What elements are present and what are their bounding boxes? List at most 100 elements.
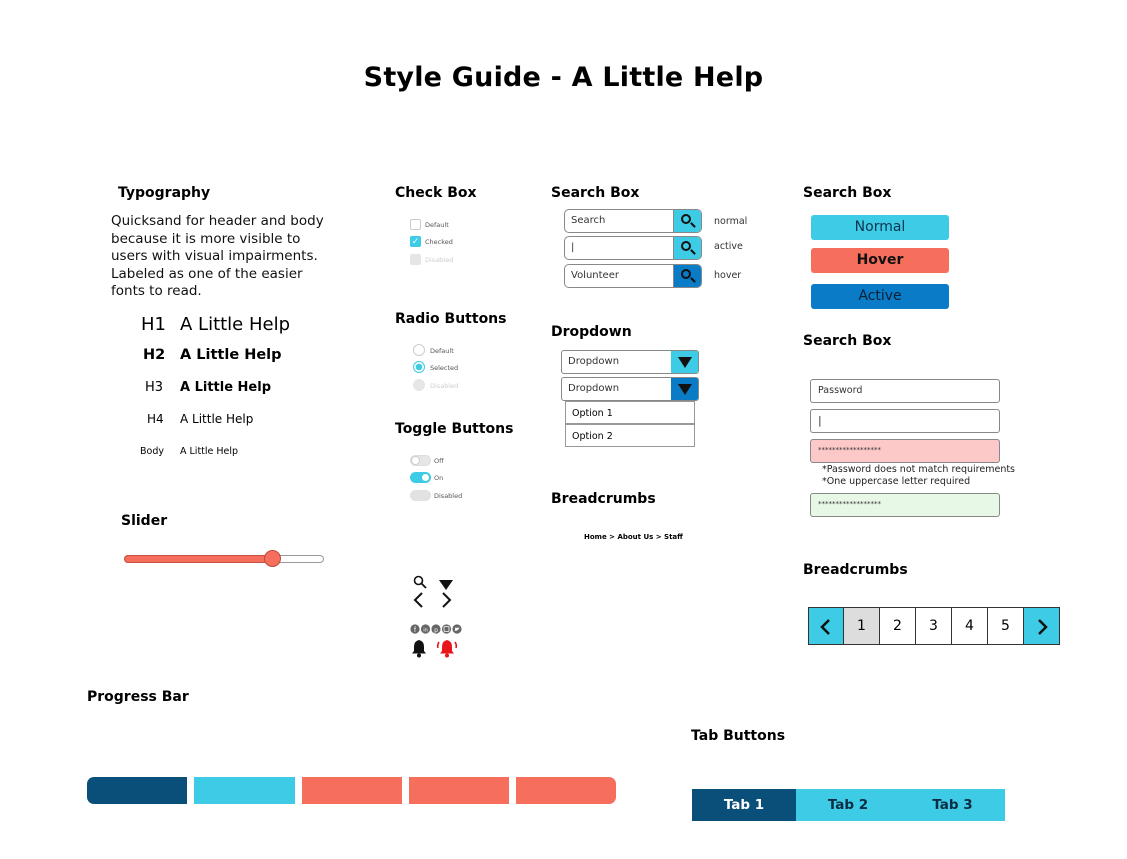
body-sample: A Little Help bbox=[180, 446, 239, 457]
password-field-valid[interactable]: ****************** bbox=[810, 493, 1000, 517]
search-button[interactable] bbox=[673, 265, 701, 287]
body-label: Body bbox=[140, 446, 164, 457]
svg-text:in: in bbox=[423, 628, 427, 634]
dropdown-open-label: Dropdown bbox=[568, 383, 620, 394]
dropdown-open[interactable]: Dropdown bbox=[561, 377, 699, 401]
progress-segment-current bbox=[194, 777, 295, 804]
h2-sample: A Little Help bbox=[180, 347, 282, 363]
checkbox-checked-label: Checked bbox=[425, 238, 453, 246]
search-box-hover-value: Volunteer bbox=[571, 270, 619, 281]
caret-down-icon bbox=[678, 384, 692, 395]
h3-label: H3 bbox=[145, 380, 164, 395]
active-button[interactable]: Active bbox=[811, 284, 949, 309]
typography-heading: Typography bbox=[118, 185, 211, 201]
pagination-page[interactable]: 1 bbox=[844, 607, 880, 645]
progress-segment-pending bbox=[516, 777, 616, 804]
tab-2[interactable]: Tab 2 bbox=[796, 789, 900, 821]
checkbox-disabled bbox=[410, 254, 421, 265]
social-icons-row: f in p bbox=[410, 619, 462, 634]
search-box-hover[interactable]: Volunteer bbox=[564, 264, 702, 288]
dropdown-option[interactable]: Option 1 bbox=[565, 401, 695, 424]
hover-button[interactable]: Hover bbox=[811, 248, 949, 273]
tab-3[interactable]: Tab 3 bbox=[900, 789, 1005, 821]
search-box-hover-label: hover bbox=[714, 270, 742, 281]
h3-sample: A Little Help bbox=[180, 380, 272, 395]
progress-segment-complete bbox=[87, 777, 187, 804]
search-box-heading: Search Box bbox=[551, 185, 640, 201]
normal-button[interactable]: Normal bbox=[811, 215, 949, 240]
search-icon[interactable] bbox=[413, 574, 427, 589]
pagination-page[interactable]: 2 bbox=[880, 607, 916, 645]
password-field-error[interactable]: ****************** bbox=[810, 439, 1000, 463]
pagination-page[interactable]: 3 bbox=[916, 607, 952, 645]
search-icon bbox=[681, 214, 691, 224]
pagination-prev-button[interactable] bbox=[808, 607, 844, 645]
search-box-active-label: active bbox=[714, 241, 743, 252]
toggle-disabled bbox=[410, 490, 431, 501]
pagination-next-button[interactable] bbox=[1024, 607, 1060, 645]
radio-disabled-label: Disabled bbox=[430, 382, 459, 390]
search-button[interactable] bbox=[673, 237, 701, 259]
radio-selected[interactable] bbox=[413, 361, 425, 373]
tab-1[interactable]: Tab 1 bbox=[692, 789, 796, 821]
breadcrumbs-heading: Breadcrumbs bbox=[551, 491, 656, 507]
pagination-page[interactable]: 5 bbox=[988, 607, 1024, 645]
dropdown-closed-label: Dropdown bbox=[568, 356, 620, 367]
search-box-normal[interactable]: Search bbox=[564, 209, 702, 233]
search-box-normal-value: Search bbox=[571, 215, 606, 226]
search-box-active-value: | bbox=[571, 242, 575, 253]
dropdown-option[interactable]: Option 2 bbox=[565, 424, 695, 447]
slider-thumb[interactable] bbox=[263, 550, 281, 567]
password-heading: Search Box bbox=[803, 333, 892, 349]
chevron-left-icon[interactable] bbox=[413, 592, 425, 608]
page-title: Style Guide - A Little Help bbox=[363, 62, 764, 93]
password-active-value: | bbox=[818, 414, 822, 427]
password-error-value: ****************** bbox=[818, 446, 881, 454]
password-valid-value: ****************** bbox=[818, 500, 881, 508]
caret-down-icon[interactable] bbox=[439, 576, 453, 590]
checkbox-checked[interactable]: ✓ bbox=[410, 236, 421, 247]
buttons-heading: Search Box bbox=[803, 185, 892, 201]
facebook-icon: f bbox=[410, 624, 420, 634]
bell-icon[interactable] bbox=[410, 639, 428, 658]
radio-default[interactable] bbox=[413, 344, 425, 356]
breadcrumb[interactable]: Home > About Us > Staff bbox=[584, 533, 683, 541]
radio-default-label: Default bbox=[430, 347, 454, 355]
slider-fill bbox=[124, 555, 272, 563]
dropdown-toggle[interactable] bbox=[671, 378, 698, 400]
svg-text:p: p bbox=[434, 627, 438, 634]
twitter-icon bbox=[452, 624, 462, 634]
password-placeholder: Password bbox=[818, 385, 863, 396]
toggle-on-label: On bbox=[434, 474, 444, 482]
tabs-heading: Tab Buttons bbox=[691, 728, 786, 744]
search-box-active[interactable]: | bbox=[564, 236, 702, 260]
dropdown-closed[interactable]: Dropdown bbox=[561, 350, 699, 374]
pagination-page[interactable]: 4 bbox=[952, 607, 988, 645]
toggle-off[interactable] bbox=[410, 455, 431, 466]
radio-selected-label: Selected bbox=[430, 364, 459, 372]
password-field[interactable]: Password bbox=[810, 379, 1000, 403]
checkbox-default-label: Default bbox=[425, 221, 449, 229]
chevron-right-icon[interactable] bbox=[440, 592, 452, 608]
dropdown-toggle[interactable] bbox=[671, 351, 698, 373]
toggle-off-label: Off bbox=[434, 457, 444, 465]
dropdown-heading: Dropdown bbox=[551, 324, 632, 340]
pagination: 1 2 3 4 5 bbox=[808, 607, 1060, 645]
password-field-active[interactable]: | bbox=[810, 409, 1000, 433]
password-error-message: *Password does not match requirements bbox=[822, 464, 1016, 475]
instagram-icon bbox=[441, 624, 452, 634]
h4-label: H4 bbox=[147, 412, 164, 426]
chevron-right-icon bbox=[1037, 619, 1048, 635]
h2-label: H2 bbox=[143, 347, 166, 363]
toggle-on[interactable] bbox=[410, 472, 431, 483]
slider-heading: Slider bbox=[121, 513, 168, 529]
bell-ringing-icon[interactable] bbox=[436, 638, 458, 659]
h1-label: H1 bbox=[141, 314, 166, 335]
radio-disabled bbox=[413, 379, 425, 391]
checkbox-disabled-label: Disabled bbox=[425, 256, 454, 264]
radio-heading: Radio Buttons bbox=[395, 311, 507, 327]
search-button[interactable] bbox=[673, 210, 701, 232]
linkedin-icon: in bbox=[420, 624, 431, 634]
checkbox-default[interactable] bbox=[410, 219, 421, 230]
h4-sample: A Little Help bbox=[180, 412, 254, 426]
